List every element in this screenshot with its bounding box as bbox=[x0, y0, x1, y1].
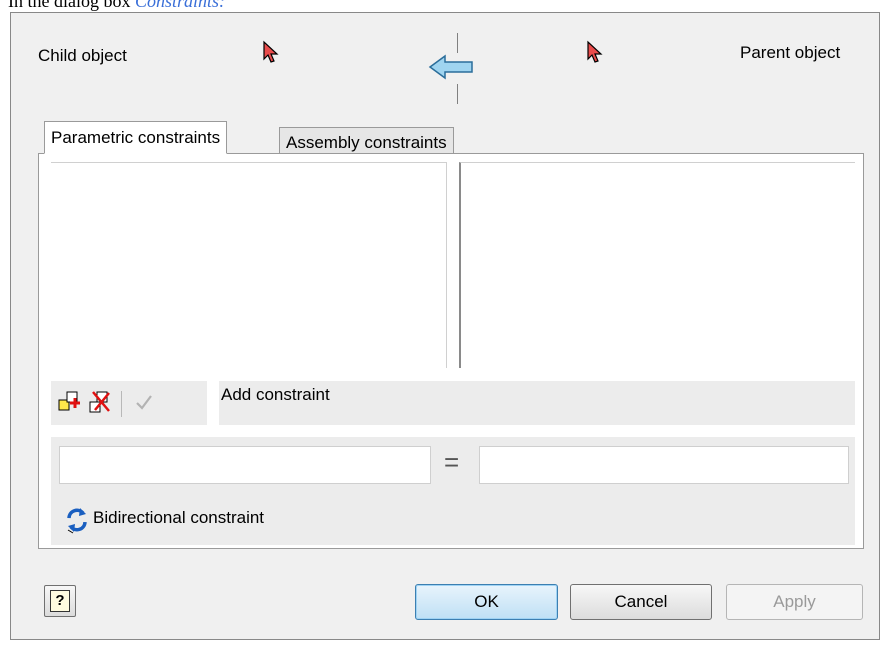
child-constraint-list[interactable] bbox=[51, 162, 447, 368]
constraint-status-area: Add constraint bbox=[219, 381, 855, 425]
cancel-button[interactable]: Cancel bbox=[570, 584, 712, 620]
ok-button[interactable]: OK bbox=[415, 584, 558, 620]
parent-object-label: Parent object bbox=[740, 43, 841, 62]
left-expression-field[interactable] bbox=[59, 446, 431, 484]
constraint-toolbar bbox=[51, 381, 207, 425]
child-object-label: Child object bbox=[38, 46, 127, 65]
help-icon: ? bbox=[50, 590, 70, 612]
parent-select-cursor-icon[interactable] bbox=[586, 40, 604, 71]
apply-check-icon[interactable] bbox=[131, 389, 157, 415]
add-constraint-icon[interactable] bbox=[57, 389, 83, 415]
left-arrow-icon[interactable] bbox=[428, 54, 474, 85]
right-expression-field[interactable] bbox=[479, 446, 849, 484]
tab-parametric-constraints[interactable]: Parametric constraints bbox=[44, 121, 228, 154]
equation-area: = Bidirectional constraint bbox=[51, 437, 855, 545]
constraints-dialog: Child object Parent object Parametric co… bbox=[0, 0, 892, 649]
delete-constraint-icon[interactable] bbox=[87, 389, 113, 415]
equals-sign: = bbox=[444, 447, 460, 477]
add-constraint-label: Add constraint bbox=[221, 385, 330, 404]
bidirectional-constraint-label: Bidirectional constraint bbox=[93, 508, 265, 527]
parametric-constraints-panel: Add constraint = Bidirectional constrain… bbox=[38, 153, 864, 549]
header-divider-top bbox=[457, 33, 458, 53]
child-select-cursor-icon[interactable] bbox=[262, 40, 280, 71]
tab-assembly-constraints[interactable]: Assembly constraints bbox=[279, 127, 454, 156]
help-button[interactable]: ? bbox=[44, 585, 76, 617]
toolbar-separator bbox=[121, 391, 122, 417]
parent-constraint-list[interactable] bbox=[459, 162, 855, 368]
header-divider-bottom bbox=[457, 84, 458, 104]
apply-button[interactable]: Apply bbox=[726, 584, 863, 620]
bidirectional-constraint-icon[interactable] bbox=[65, 506, 89, 539]
